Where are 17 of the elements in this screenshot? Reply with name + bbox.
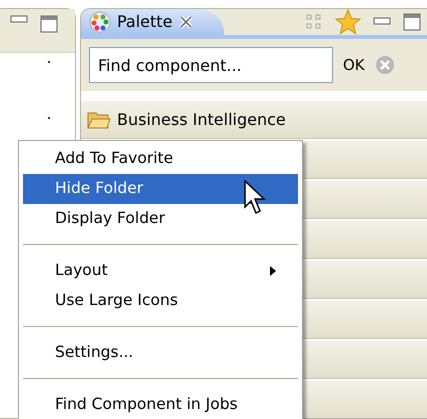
minimize-icon[interactable] [10,15,28,25]
dotted-squares-icon[interactable] [305,13,323,31]
mouse-pointer-icon [244,180,268,216]
minimize-icon[interactable] [373,17,391,27]
drawer-label: Business Intelligence [117,108,286,130]
folder-icon [87,110,111,130]
tab-title: Palette [117,11,172,33]
maximize-icon[interactable] [40,15,58,33]
ok-button[interactable]: OK [343,54,365,76]
palette-icon [89,11,111,33]
close-icon[interactable] [178,14,194,30]
maximize-icon[interactable] [403,13,421,31]
palette-tab[interactable]: Palette [81,9,224,35]
palette-drawer[interactable]: Business Intelligence [81,99,427,139]
star-icon[interactable] [335,9,361,35]
menu-item[interactable]: Hide Folder [23,174,298,204]
search-field[interactable]: Find component... [89,47,333,83]
